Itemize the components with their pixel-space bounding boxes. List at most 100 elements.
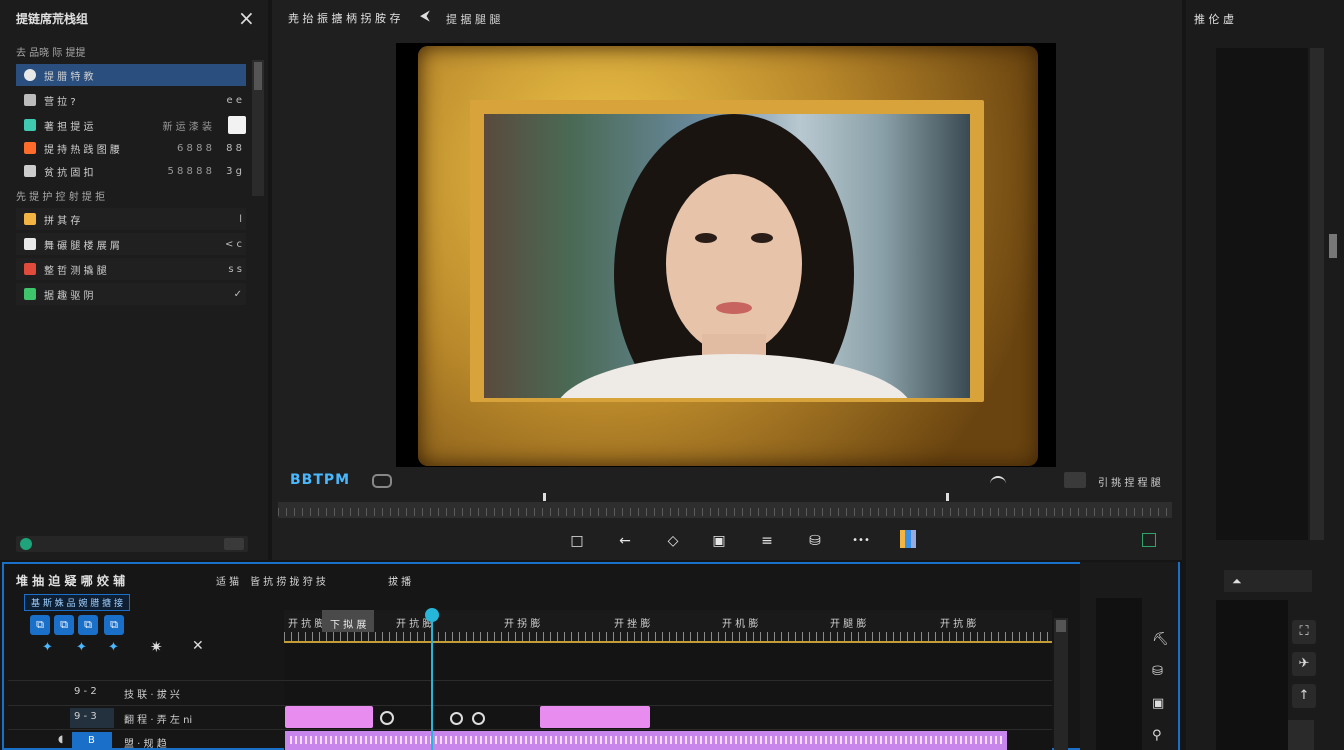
step-back-button[interactable]: ← [614, 530, 636, 552]
ruler-label: 开 抗 膨 [288, 619, 325, 630]
list-item-value: 8 8 [226, 142, 242, 154]
list-item-label: 提 腊 特 教 [44, 71, 94, 83]
settings-button[interactable]: ≡ [756, 530, 778, 552]
timeline-scroll-thumb[interactable] [1056, 620, 1066, 632]
inspector-list [1216, 600, 1288, 750]
fullscreen-button[interactable] [1142, 533, 1156, 547]
ruler-label: 下 拟 展 [330, 620, 367, 631]
inspector-bottom [1288, 720, 1314, 750]
snap-icon[interactable]: ✦ [42, 640, 53, 655]
fit-label: 引 挑 捏 程 腿 [1098, 478, 1161, 489]
scrubber-marker[interactable] [543, 493, 546, 501]
pin-icon[interactable]: ✈ [1292, 652, 1316, 676]
inspector-scrollbar-thumb[interactable] [1329, 234, 1337, 258]
more-button[interactable]: ••• [850, 530, 872, 552]
clip-keyframe-icon[interactable] [450, 712, 463, 725]
slip-tool-button[interactable]: ⧉ [104, 615, 124, 635]
triangle-icon [24, 263, 36, 275]
close-timeline-icon[interactable]: ✕ [192, 638, 204, 654]
razor-tool-button[interactable]: ⧉ [78, 615, 98, 635]
clip-keyframe-icon[interactable] [472, 712, 485, 725]
trim-tool-button[interactable]: ⧉ [54, 615, 74, 635]
timeline-scrollbar[interactable] [1054, 618, 1068, 750]
list-item-value: s s [228, 263, 242, 275]
export-button[interactable]: ⛁ [804, 530, 826, 552]
scrollbar-thumb[interactable] [254, 62, 262, 90]
timeline-tab-clip[interactable]: 适 猫 [216, 573, 239, 588]
timeline-title: 堆 抽 迫 疑 哪 姣 辅 [16, 574, 126, 588]
timeline-tab-play[interactable]: 拔 播 [388, 573, 411, 588]
mixer-tool-icon[interactable]: ⛏ [1152, 632, 1169, 647]
marker-icon[interactable]: ✦ [108, 640, 119, 655]
doc-icon [24, 213, 36, 225]
list-item-7[interactable]: 舞 碾 腿 楼 展 屑 < c [16, 233, 246, 255]
snapshot-button[interactable]: ▣ [708, 530, 730, 552]
clip[interactable] [540, 706, 650, 728]
refresh-icon [24, 69, 36, 81]
preview-title: 尭 抬 振 搪 柄 拐 胺 存 [288, 12, 401, 25]
playhead-line[interactable] [431, 618, 433, 750]
track-label: 技 联 · 拔 兴 [124, 690, 180, 701]
bell-icon[interactable]: ⏶ [1232, 574, 1242, 589]
ruler-label: 开 拐 膨 [504, 619, 541, 630]
clip-waveform [290, 736, 1002, 744]
link-clips-icon[interactable]: ✦ [76, 640, 87, 655]
section-label-effects: 先 提 护 控 射 提 拒 [16, 192, 106, 203]
portrait-image [484, 114, 970, 398]
list-item-2[interactable]: 营 拉 ? e e [16, 89, 246, 111]
list-item-4[interactable]: 提 持 热 践 图 腰 6 8 8 8 8 8 [16, 137, 246, 159]
footer-button[interactable] [224, 538, 244, 550]
list-item-8[interactable]: 整 哲 测 撬 腿 s s [16, 258, 246, 280]
ruler-label: 开 挫 膨 [614, 619, 651, 630]
paint-icon[interactable]: ⛶ [1292, 620, 1316, 644]
playhead-handle[interactable] [425, 608, 439, 622]
list-item-label: 贫 抗 固 扣 [44, 167, 94, 179]
ruler-label: 开 机 膨 [722, 619, 759, 630]
list-item-label: 舞 碾 腿 楼 展 屑 [44, 240, 120, 252]
add-icon[interactable] [228, 116, 246, 134]
tool-tooltip: 基 斯 姝 品 婉 腊 搪 接 [24, 594, 131, 611]
link-icon[interactable] [372, 474, 392, 488]
list-item-3[interactable]: 著 担 提 运 新 运 漆 装 a [16, 114, 246, 136]
list-item-6[interactable]: 拼 其 存 l [16, 208, 246, 230]
mark-button[interactable]: ◇ [662, 530, 684, 552]
close-icon[interactable]: × [238, 6, 255, 30]
mixer-tool-icon[interactable]: ⛁ [1152, 664, 1163, 679]
mixer-tool-icon[interactable]: ⚲ [1152, 728, 1162, 743]
list-item-label: 提 持 热 践 图 腰 [44, 144, 120, 156]
scrubber-ticks [278, 508, 1172, 516]
cube-icon [24, 119, 36, 131]
effects-icon[interactable]: ✷ [150, 638, 163, 656]
track-lock-icon[interactable]: ◖ [58, 734, 63, 745]
track-number: 9 - 2 [74, 686, 97, 697]
up-arrow-icon[interactable]: ↑ [1292, 684, 1316, 708]
scrubber-marker-2[interactable] [946, 493, 949, 501]
chart-icon [24, 165, 36, 177]
timeline-tab-properties[interactable]: 皆 抗 捞 拢 狩 技 [250, 573, 326, 588]
list-item-label: 据 趣 驱 阴 [44, 290, 94, 302]
undo-icon[interactable] [990, 476, 1006, 488]
list-item-value: ✓ [233, 288, 242, 300]
list-item-5[interactable]: 贫 抗 固 扣 5 8 8 8 8 3 g [16, 160, 246, 182]
list-item-9[interactable]: 据 趣 驱 阴 ✓ [16, 283, 246, 305]
mixer-tool-icon[interactable]: ▣ [1152, 696, 1164, 711]
inspector-scrollbar[interactable] [1310, 48, 1324, 540]
track-label: 翻 程 · 弄 左 ni [124, 715, 193, 726]
ruler-label: 开 腿 膨 [830, 619, 867, 630]
inspector-title: 推 伦 虚 [1194, 13, 1234, 26]
back-arrow-icon[interactable]: ⮜ [420, 8, 430, 24]
list-item-value: l [239, 213, 242, 225]
track-number: B [88, 735, 95, 746]
track-divider [8, 729, 1052, 730]
section-label-presets: 去 品晓 际 提提 [16, 48, 86, 59]
fit-button[interactable] [1064, 472, 1086, 488]
fire-icon [24, 142, 36, 154]
clip-keyframe-icon[interactable] [380, 711, 394, 725]
pen-icon [24, 94, 36, 106]
list-item-1[interactable]: 提 腊 特 教 [16, 64, 246, 86]
effects-panel-title: 提链席荒栈组 [16, 12, 89, 26]
clip[interactable] [285, 706, 373, 728]
stop-button[interactable]: □ [566, 530, 588, 552]
list-item-label: 整 哲 测 撬 腿 [44, 265, 107, 277]
select-tool-button[interactable]: ⧉ [30, 615, 50, 635]
